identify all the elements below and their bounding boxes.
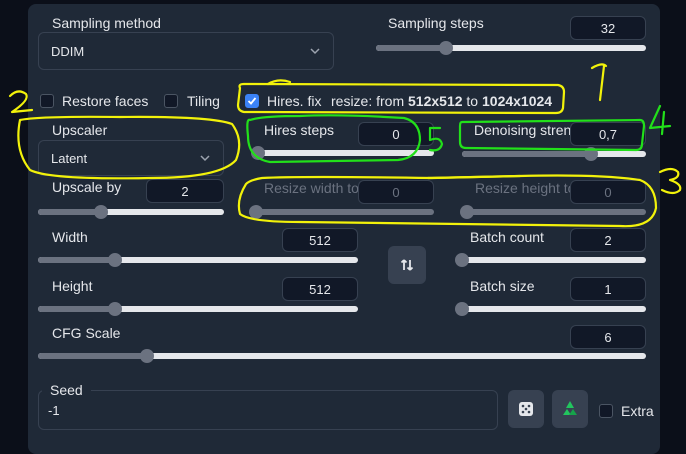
hires-steps-label: Hires steps	[256, 121, 343, 139]
reuse-seed-button[interactable]	[552, 390, 588, 428]
sampling-method-value: DDIM	[51, 43, 85, 59]
dice-icon	[519, 402, 533, 416]
resize-to-word: to	[466, 93, 479, 109]
height-slider[interactable]	[38, 302, 358, 316]
sampling-method-label: Sampling method	[44, 14, 169, 32]
sampling-method-dropdown[interactable]: DDIM	[38, 32, 334, 70]
sampling-steps-input[interactable]: 32	[570, 16, 646, 40]
width-slider[interactable]	[38, 253, 358, 267]
batch-count-label: Batch count	[462, 228, 552, 246]
chevron-down-icon	[200, 155, 210, 162]
sampling-steps-slider[interactable]	[376, 41, 646, 55]
resize-height-slider[interactable]	[460, 205, 646, 219]
recycle-icon	[563, 401, 577, 415]
cfg-scale-label: CFG Scale	[44, 324, 129, 342]
tiling-label: Tiling	[187, 93, 220, 109]
hires-fix-label: Hires. fix	[267, 93, 322, 109]
batch-size-label: Batch size	[462, 277, 543, 295]
resize-width-slider[interactable]	[249, 205, 434, 219]
slider-thumb[interactable]	[249, 205, 263, 219]
resize-width-input[interactable]: 0	[358, 180, 434, 204]
batch-count-input[interactable]: 2	[570, 228, 646, 252]
height-label: Height	[44, 277, 101, 295]
swap-dimensions-button[interactable]	[388, 246, 426, 284]
slider-thumb[interactable]	[455, 253, 469, 267]
upscale-by-input[interactable]: 2	[146, 179, 224, 203]
resize-height-input[interactable]: 0	[570, 180, 646, 204]
random-seed-button[interactable]	[508, 390, 544, 428]
upscaler-value: Latent	[51, 150, 88, 166]
upscaler-label: Upscaler	[44, 121, 116, 139]
resize-from: 512x512	[408, 93, 463, 109]
resize-prefix: resize: from	[331, 93, 405, 109]
cfg-scale-input[interactable]: 6	[570, 325, 646, 349]
slider-thumb[interactable]	[460, 205, 474, 219]
slider-thumb[interactable]	[251, 146, 265, 160]
denoising-strength-label: Denoising streng	[466, 121, 588, 139]
upscale-by-slider[interactable]	[38, 205, 224, 219]
upscale-by-label: Upscale by	[44, 178, 130, 196]
batch-count-slider[interactable]	[455, 253, 646, 267]
width-input[interactable]: 512	[282, 228, 358, 252]
seed-label: Seed	[42, 381, 91, 399]
extra-label: Extra	[621, 403, 654, 419]
check-icon	[247, 97, 257, 105]
slider-thumb[interactable]	[107, 253, 122, 267]
resize-height-label: Resize height to	[467, 179, 584, 197]
sampling-steps-label: Sampling steps	[380, 14, 492, 32]
denoising-strength-input[interactable]: 0,7	[570, 122, 646, 146]
seed-value: -1	[48, 403, 60, 418]
resize-to: 1024x1024	[482, 93, 553, 109]
denoising-strength-slider[interactable]	[462, 147, 646, 161]
cfg-scale-slider[interactable]	[38, 349, 646, 363]
hires-fix-checkbox[interactable]	[245, 94, 259, 108]
hires-steps-input[interactable]: 0	[358, 122, 434, 146]
annotation-digit-three	[658, 167, 682, 195]
extra-checkbox[interactable]	[599, 404, 613, 418]
batch-size-input[interactable]: 1	[570, 277, 646, 301]
resize-info: resize: from 512x512 to 1024x1024	[331, 93, 552, 109]
resize-width-label: Resize width to	[256, 179, 367, 197]
height-input[interactable]: 512	[282, 277, 358, 301]
restore-faces-checkbox[interactable]	[40, 94, 54, 108]
swap-vertical-icon	[400, 259, 414, 271]
restore-faces-label: Restore faces	[62, 93, 149, 109]
tiling-checkbox[interactable]	[164, 94, 178, 108]
hires-steps-slider[interactable]	[251, 146, 434, 160]
slider-thumb[interactable]	[455, 302, 469, 316]
upscaler-dropdown[interactable]: Latent	[38, 140, 224, 176]
slider-thumb[interactable]	[107, 302, 122, 316]
chevron-down-icon	[310, 48, 320, 55]
batch-size-slider[interactable]	[455, 302, 646, 316]
width-label: Width	[44, 228, 96, 246]
slider-thumb[interactable]	[583, 147, 598, 161]
seed-field[interactable]: -1	[38, 390, 498, 430]
